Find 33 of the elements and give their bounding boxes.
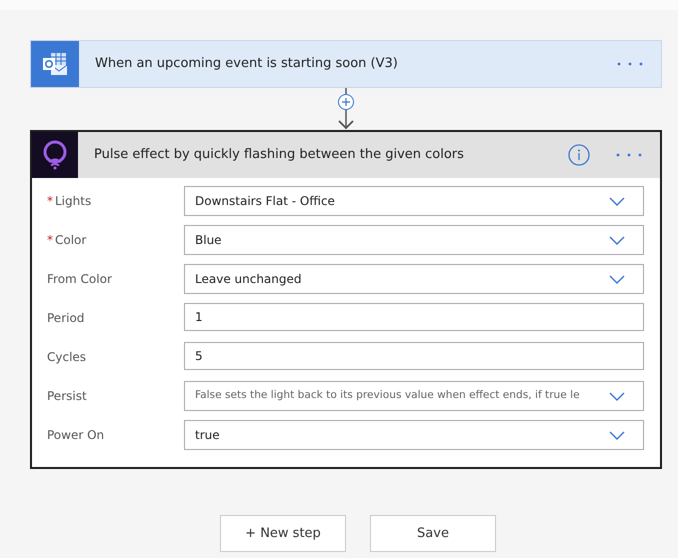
required-mark: *	[47, 194, 53, 208]
calendar-mail-icon	[43, 53, 67, 75]
step-button[interactable]: + New step	[220, 515, 346, 552]
chevron-down-icon[interactable]	[609, 274, 625, 284]
info-icon[interactable]	[568, 144, 590, 166]
field-label: Lights	[55, 194, 92, 208]
dropdown-field[interactable]: true	[184, 420, 644, 450]
dropdown-field[interactable]: Blue	[184, 225, 644, 255]
field-label: From Color	[47, 272, 112, 286]
dropdown-field[interactable]: Leave unchanged	[184, 264, 644, 294]
chevron-down-icon[interactable]	[609, 236, 625, 244]
chevron-down-icon[interactable]	[609, 196, 625, 206]
input-field[interactable]: 1	[184, 303, 644, 331]
step-button[interactable]: Save	[370, 515, 496, 552]
field-label: Color	[55, 233, 86, 247]
chevron-down-icon[interactable]	[609, 392, 625, 400]
action-title: Pulse effect by quickly flashing between the given colors	[94, 146, 465, 164]
more-icon[interactable]	[615, 61, 645, 67]
field-label: Period	[47, 311, 84, 325]
trigger-card[interactable]: When an upcoming event is starting soon (V3)	[30, 40, 662, 88]
field-label: Persist	[47, 389, 87, 403]
chevron-down-icon[interactable]	[609, 430, 625, 440]
trigger-title: When an upcoming event is starting soon (V3)	[95, 55, 399, 74]
dropdown-field[interactable]: Downstairs Flat - Office	[184, 186, 644, 216]
dropdown-field[interactable]: False sets the light back to its previous value when effect ends, if true le	[184, 381, 644, 411]
bulb-wifi-icon	[41, 140, 69, 170]
down-arrow-icon	[338, 110, 354, 130]
field-label: Cycles	[47, 350, 86, 364]
add-icon[interactable]	[338, 94, 354, 110]
required-mark: *	[47, 233, 53, 247]
input-field[interactable]: 5	[184, 342, 644, 370]
field-label: Power On	[47, 428, 104, 442]
more-icon[interactable]	[614, 152, 644, 158]
